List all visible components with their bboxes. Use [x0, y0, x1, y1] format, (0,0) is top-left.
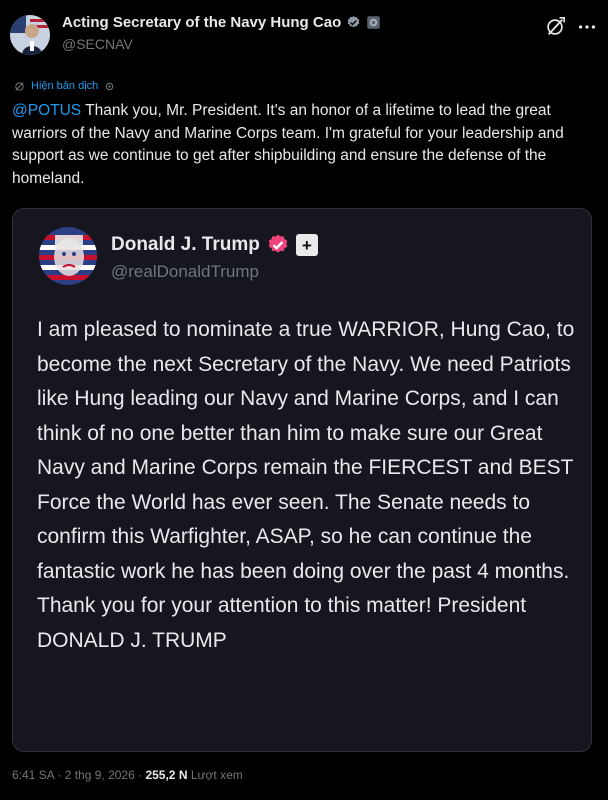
quoted-post-text: I am pleased to nominate a true WARRIOR,… [37, 318, 575, 652]
post-metadata: 6:41 SA · 2 thg 9, 2026 · 255,2 N Lượt x… [12, 768, 243, 782]
more-icon[interactable] [576, 16, 598, 38]
author-avatar[interactable] [10, 15, 50, 55]
subscriber-plus-icon: + [295, 234, 318, 256]
meta-separator: · [54, 768, 65, 782]
post-time[interactable]: 6:41 SA [12, 768, 54, 782]
show-translation-link[interactable]: Hiện bản dịch [14, 80, 115, 92]
post-header: Acting Secretary of the Navy Hung Cao @S… [10, 10, 598, 60]
post-body: Thank you, Mr. President. It's an honor … [12, 102, 564, 187]
translate-icon [15, 81, 24, 91]
quoted-author-handle[interactable]: @realDonaldTrump [111, 262, 259, 282]
verified-gold-icon [268, 234, 288, 253]
mention-link[interactable]: @POTUS [12, 102, 81, 119]
author-display-name[interactable]: Acting Secretary of the Navy Hung Cao [62, 14, 341, 31]
views-count: 255,2 N [145, 768, 188, 782]
post-date[interactable]: 2 thg 9, 2026 [65, 768, 135, 782]
post-text: @POTUS Thank you, Mr. President. It's an… [12, 100, 602, 190]
show-translation-label[interactable]: Hiện bản dịch [31, 80, 98, 92]
quoted-post[interactable]: Donald J. Trump + @realDonaldTrump I am … [12, 208, 592, 752]
quoted-author-avatar[interactable] [39, 227, 97, 285]
quoted-author-display-name[interactable]: Donald J. Trump [111, 234, 260, 256]
views-label: Lượt xem [187, 768, 243, 782]
gear-icon[interactable] [104, 81, 115, 92]
grok-icon[interactable] [544, 16, 566, 38]
author-handle[interactable]: @SECNAV [62, 36, 133, 52]
government-badge-icon [367, 16, 380, 29]
verified-gray-icon [347, 15, 360, 28]
meta-separator-2: · [134, 768, 146, 782]
